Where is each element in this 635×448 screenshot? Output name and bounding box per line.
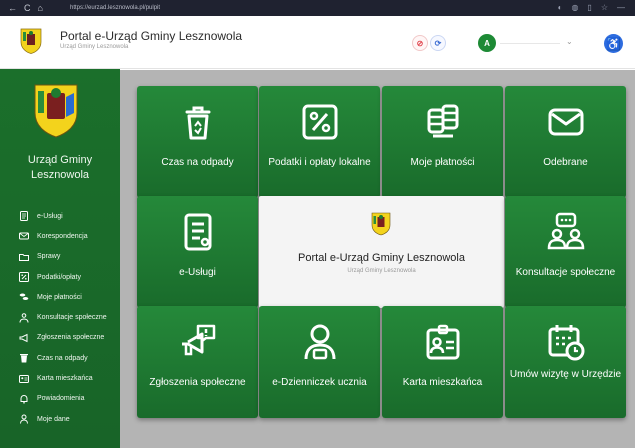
student-icon bbox=[304, 324, 335, 360]
coat-of-arms-icon bbox=[371, 212, 391, 236]
envelope-icon bbox=[19, 231, 29, 241]
consultation-icon bbox=[547, 212, 584, 250]
browser-extensions: ◐ ◍ ▯ ☆ — bbox=[558, 0, 625, 16]
tile-e-uslugi[interactable]: e-Usługi bbox=[137, 196, 258, 308]
envelope-icon bbox=[548, 108, 583, 136]
card-title: Portal e-Urząd Gminy Lesznowola bbox=[298, 252, 465, 264]
extension-icon[interactable]: ◍ bbox=[571, 0, 578, 16]
bell-icon bbox=[19, 394, 29, 404]
document-icon bbox=[19, 211, 29, 222]
home-icon[interactable]: ⌂ bbox=[38, 0, 43, 16]
document-icon bbox=[184, 213, 211, 251]
address-bar[interactable]: https://eurzad.lesznowola.pl/pulpit bbox=[70, 5, 160, 11]
tile-label: Zgłoszenia społeczne bbox=[149, 377, 246, 388]
refresh-icon[interactable]: ⟳ bbox=[430, 35, 446, 51]
app-header: Portal e-Urząd Gminy Lesznowola Urząd Gm… bbox=[0, 16, 635, 69]
coins-icon bbox=[427, 104, 458, 138]
tile-konsultacje-spoleczne[interactable]: Konsultacje społeczne bbox=[505, 196, 626, 308]
extension-icon[interactable]: ◐ bbox=[558, 0, 563, 16]
sidebar-item-konsultacje[interactable]: Konsultacje społeczne bbox=[0, 307, 120, 327]
tile-label: Konsultacje społeczne bbox=[515, 267, 616, 278]
sidebar-item-e-uslugi[interactable]: e-Usługi bbox=[0, 206, 120, 226]
accessibility-icon[interactable]: ♿ bbox=[604, 34, 623, 53]
tile-label: Podatki i opłaty lokalne bbox=[268, 157, 371, 168]
user-icon bbox=[19, 414, 29, 424]
megaphone-icon bbox=[19, 333, 29, 343]
id-card-icon bbox=[19, 374, 29, 384]
user-name-placeholder[interactable] bbox=[500, 43, 560, 44]
megaphone-icon bbox=[181, 324, 215, 356]
user-avatar-icon[interactable]: A bbox=[478, 34, 496, 52]
favorites-icon[interactable]: ☆ bbox=[601, 0, 608, 16]
tile-karta-mieszkanca[interactable]: Karta mieszkańca bbox=[382, 306, 503, 418]
tile-label: Karta mieszkańca bbox=[402, 377, 483, 388]
sidebar-item-korespondencja[interactable]: Korespondencja bbox=[0, 226, 120, 246]
folder-icon bbox=[19, 252, 29, 262]
sidebar-item-moje-dane[interactable]: Moje dane bbox=[0, 409, 120, 429]
calendar-clock-icon bbox=[548, 325, 584, 361]
people-icon bbox=[19, 312, 29, 323]
tile-label: Umów wizytę w Urzędzie bbox=[509, 369, 622, 380]
tile-zgloszenia-spoleczne[interactable]: Zgłoszenia społeczne bbox=[137, 306, 258, 418]
tile-moje-platnosci[interactable]: Moje płatności bbox=[382, 86, 503, 198]
chevron-down-icon[interactable]: ⌄ bbox=[566, 37, 573, 46]
bin-icon bbox=[19, 353, 29, 363]
tile-podatki-i-oplaty[interactable]: Podatki i opłaty lokalne bbox=[259, 86, 380, 198]
coins-icon bbox=[19, 292, 29, 302]
coat-of-arms-logo[interactable] bbox=[20, 28, 42, 54]
portal-subtitle: Urząd Gminy Lesznowola bbox=[60, 44, 129, 50]
tile-label: Moje płatności bbox=[410, 157, 475, 168]
tile-czas-na-odpady[interactable]: Czas na odpady bbox=[137, 86, 258, 198]
sidebar-item-sprawy[interactable]: Sprawy bbox=[0, 247, 120, 267]
minimize-icon[interactable]: — bbox=[617, 0, 625, 16]
sidebar-item-karta-mieszkanca[interactable]: Karta mieszkańca bbox=[0, 368, 120, 388]
browser-toolbar: ← C ⌂ https://eurzad.lesznowola.pl/pulpi… bbox=[0, 0, 635, 16]
tile-umow-wizyte[interactable]: Umów wizytę w Urzędzie bbox=[505, 306, 626, 418]
tile-odebrane[interactable]: Odebrane bbox=[505, 86, 626, 198]
sidebar-item-zgloszenia[interactable]: Zgłoszenia społeczne bbox=[0, 328, 120, 348]
sidebar-item-moje-platnosci[interactable]: Moje płatności bbox=[0, 287, 120, 307]
sidebar-item-czas-na-odpady[interactable]: Czas na odpady bbox=[0, 348, 120, 368]
portal-info-card: Portal e-Urząd Gminy Lesznowola Urząd Gm… bbox=[259, 196, 504, 308]
tile-label: Odebrane bbox=[543, 157, 588, 168]
id-card-icon bbox=[426, 324, 459, 360]
percent-icon bbox=[19, 272, 29, 283]
card-subtitle: Urząd Gminy Lesznowola bbox=[347, 268, 416, 274]
reload-icon[interactable]: C bbox=[24, 0, 31, 16]
back-icon[interactable]: ← bbox=[8, 0, 17, 16]
sidebar-item-podatki[interactable]: Podatki/opłaty bbox=[0, 267, 120, 287]
sidebar-item-powiadomienia[interactable]: Powiadomienia bbox=[0, 389, 120, 409]
tile-label: Czas na odpady bbox=[161, 157, 234, 168]
split-icon[interactable]: ▯ bbox=[587, 0, 591, 16]
tile-label: e-Dzienniczek ucznia bbox=[272, 377, 367, 388]
percent-icon bbox=[302, 104, 337, 140]
sidebar: Urząd Gminy Lesznowola e-Usługi Korespon… bbox=[0, 69, 120, 448]
recycling-bin-icon bbox=[185, 106, 210, 140]
sidebar-menu: e-Usługi Korespondencja Sprawy Podatki/o… bbox=[0, 206, 120, 429]
portal-title[interactable]: Portal e-Urząd Gminy Lesznowola bbox=[60, 29, 242, 43]
tile-label: e-Usługi bbox=[179, 267, 216, 278]
coat-of-arms-icon bbox=[34, 84, 78, 138]
sidebar-title: Urząd Gminy Lesznowola bbox=[27, 154, 93, 181]
tile-e-dzienniczek-ucznia[interactable]: e-Dzienniczek ucznia bbox=[259, 306, 380, 418]
dashboard: Czas na odpady Podatki i opłaty lokalne … bbox=[120, 70, 635, 448]
notification-icon[interactable]: ⊘ bbox=[412, 35, 428, 51]
